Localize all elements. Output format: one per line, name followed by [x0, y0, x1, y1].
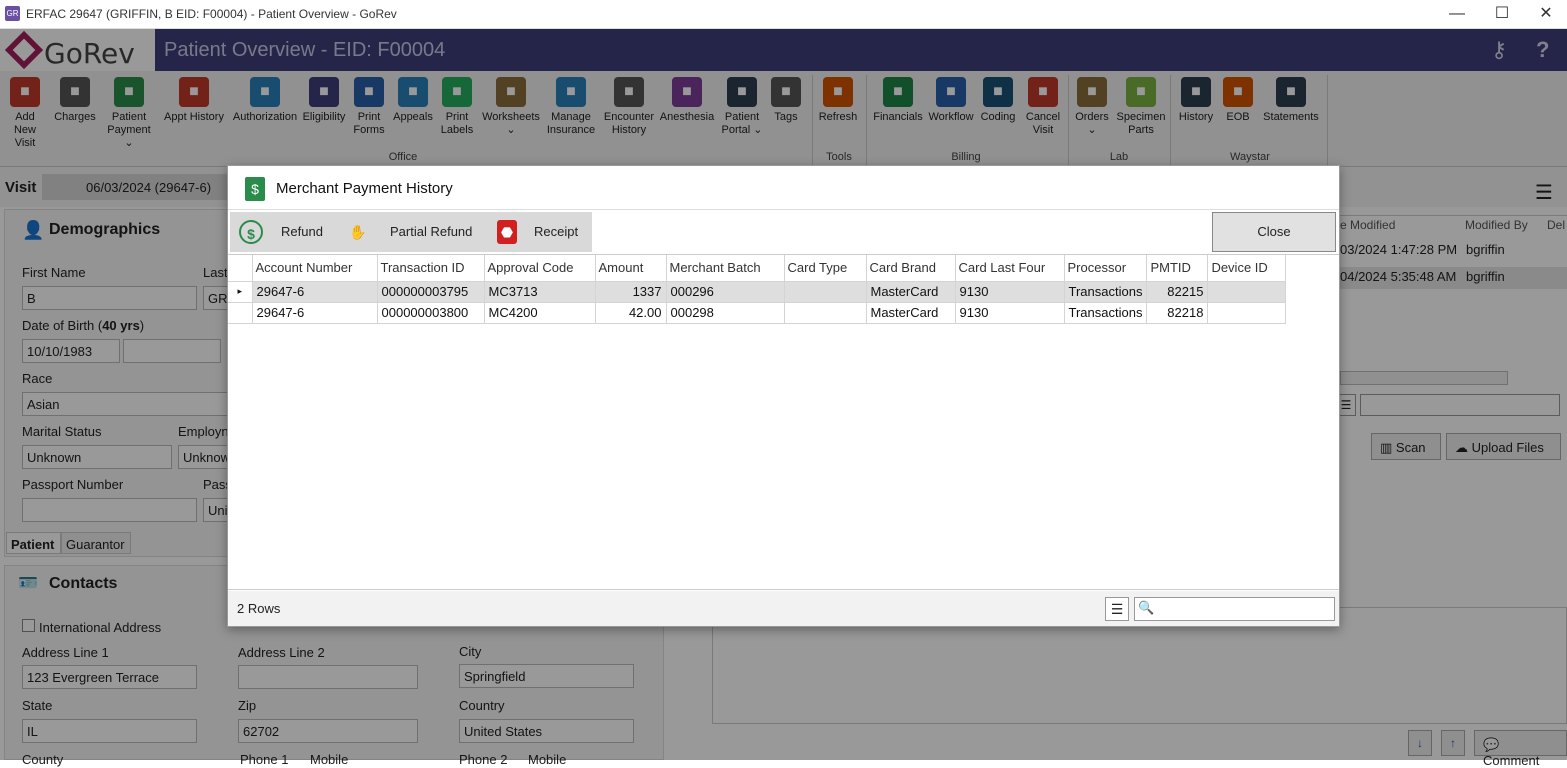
refund-icon: $ — [239, 220, 263, 244]
search-icon: 🔍 — [1138, 600, 1155, 615]
refund-label: Refund — [281, 224, 323, 239]
column-header[interactable]: Card Last Four — [955, 255, 1065, 282]
receipt-label: Receipt — [534, 224, 579, 239]
table-cell: 82215 — [1146, 281, 1209, 303]
column-menu-icon[interactable]: ☰ — [1105, 597, 1129, 621]
column-header[interactable]: Amount — [595, 255, 667, 282]
table-cell: 29647-6 — [252, 302, 378, 324]
table-cell: MC3713 — [484, 281, 596, 303]
app-icon: GR — [5, 6, 20, 21]
grid-search-input[interactable]: 🔍 — [1134, 597, 1335, 621]
table-cell — [784, 302, 867, 324]
dialog-header: $ Merchant Payment History — [228, 166, 1339, 210]
table-cell: 000298 — [666, 302, 785, 324]
row-indicator-icon: ▸ — [228, 281, 253, 303]
pdf-icon: ⬣ — [497, 220, 517, 244]
merchant-payment-history-dialog: $ Merchant Payment History $ Refund ✋ Pa… — [227, 165, 1340, 627]
window-title-bar: GR ERFAC 29647 (GRIFFIN, B EID: F00004) … — [0, 0, 1567, 29]
receipt-button[interactable]: ⬣ Receipt — [492, 212, 588, 252]
close-button[interactable]: Close — [1212, 212, 1336, 252]
table-cell: 000296 — [666, 281, 785, 303]
table-cell: 000000003795 — [377, 281, 485, 303]
column-header[interactable]: Device ID — [1207, 255, 1287, 282]
partial-refund-label: Partial Refund — [390, 224, 473, 239]
maximize-button[interactable]: ☐ — [1487, 4, 1517, 24]
column-header[interactable]: Approval Code — [484, 255, 596, 282]
table-cell: 9130 — [955, 302, 1065, 324]
table-cell — [784, 281, 867, 303]
refund-button[interactable]: $ Refund — [236, 212, 336, 252]
table-row[interactable]: ▸ 29647-6 000000003795 MC3713 1337 000296 Mast… — [228, 281, 1287, 303]
column-header[interactable]: Transaction ID — [377, 255, 485, 282]
table-cell: MasterCard — [866, 302, 956, 324]
table-cell: 1337 — [595, 281, 667, 303]
column-header[interactable]: Card Brand — [866, 255, 956, 282]
table-cell — [1207, 281, 1287, 303]
column-header[interactable]: Account Number — [252, 255, 378, 282]
column-header[interactable]: Card Type — [784, 255, 867, 282]
window-title: ERFAC 29647 (GRIFFIN, B EID: F00004) - P… — [26, 7, 397, 21]
row-count: 2 Rows — [237, 601, 281, 616]
table-cell: 82218 — [1146, 302, 1209, 324]
column-header[interactable]: Processor — [1064, 255, 1148, 282]
table-header-row: Account Number Transaction ID Approval Cod… — [228, 255, 1287, 282]
table-row[interactable]: 29647-6 000000003800 MC4200 42.00 000298 Mast… — [228, 302, 1287, 324]
close-window-button[interactable]: ✕ — [1531, 4, 1561, 24]
partial-refund-button[interactable]: ✋ Partial Refund — [344, 212, 484, 252]
column-header[interactable]: Merchant Batch — [666, 255, 785, 282]
table-cell: MasterCard — [866, 281, 956, 303]
payment-grid: Account Number Transaction ID Approval Cod… — [228, 254, 1339, 590]
column-header[interactable]: PMTID — [1146, 255, 1209, 282]
table-cell: 000000003800 — [377, 302, 485, 324]
dialog-title: Merchant Payment History — [276, 180, 453, 197]
table-cell — [1207, 302, 1287, 324]
dollar-document-icon: $ — [245, 177, 265, 201]
table-cell: MC4200 — [484, 302, 596, 324]
dialog-toolbar: $ Refund ✋ Partial Refund ⬣ Receipt — [230, 212, 592, 252]
minimize-button[interactable]: — — [1442, 4, 1472, 24]
table-cell: Transactions — [1064, 281, 1148, 303]
table-cell: 9130 — [955, 281, 1065, 303]
table-cell: Transactions — [1064, 302, 1148, 324]
row-indicator-icon — [228, 302, 253, 324]
table-cell: 42.00 — [595, 302, 667, 324]
partial-refund-icon: ✋ — [349, 224, 367, 240]
payment-table: Account Number Transaction ID Approval Cod… — [228, 255, 1287, 324]
table-cell: 29647-6 — [252, 281, 378, 303]
row-indicator-header — [228, 255, 253, 282]
dialog-footer: 2 Rows ☰ 🔍 — [228, 591, 1339, 626]
